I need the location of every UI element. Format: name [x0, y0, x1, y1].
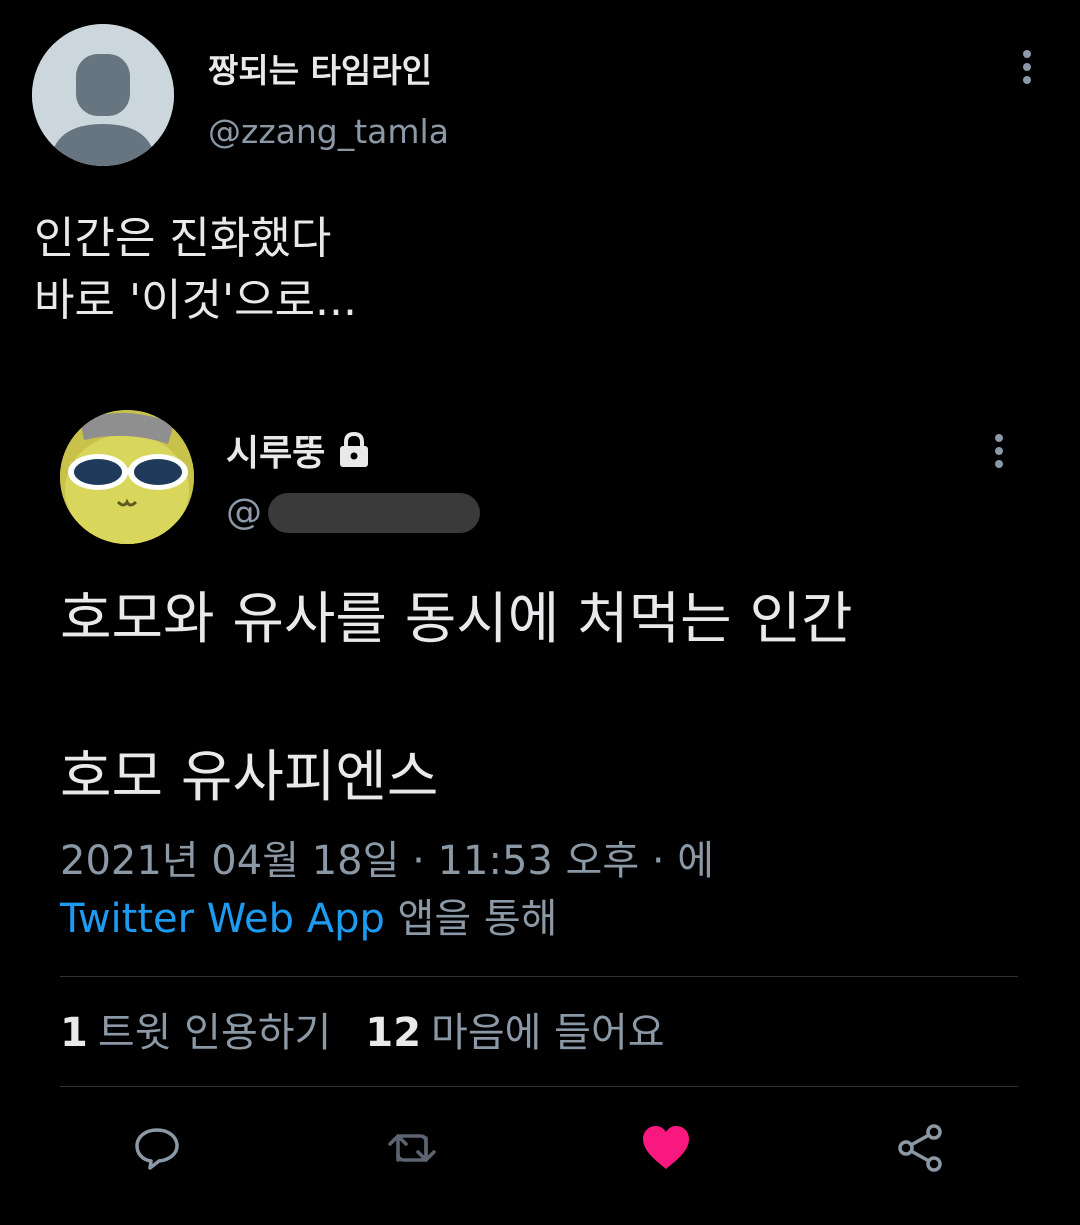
more-icon[interactable] — [1012, 46, 1042, 88]
quoted-avatar[interactable] — [60, 410, 194, 544]
quoted-tweet-text-line-2: 호모 유사피엔스 — [60, 745, 439, 810]
default-avatar-icon — [32, 24, 174, 166]
quoted-tweet-text-line-1: 호모와 유사를 동시에 처먹는 인간 — [60, 587, 853, 652]
quote-count: 1 — [60, 1010, 88, 1056]
heart-icon[interactable] — [638, 1120, 694, 1176]
handle-redaction — [268, 492, 480, 533]
outer-display-name[interactable]: 짱되는 타임라인 — [208, 44, 432, 92]
tweet-source: Twitter Web App 앱을 통해 — [60, 890, 557, 948]
reply-icon[interactable] — [129, 1120, 185, 1176]
quoted-display-name[interactable]: 시루뚱 — [226, 424, 371, 476]
divider-bottom — [60, 1086, 1018, 1087]
source-app-link[interactable]: Twitter Web App — [60, 896, 385, 942]
tweet-stats: 1 트윗 인용하기 12 마음에 들어요 — [60, 1004, 665, 1062]
divider-top — [60, 976, 1018, 977]
source-suffix: 앱을 통해 — [384, 896, 558, 942]
tweet-detail-screen: 짱되는 타임라인 @zzang_tamla 인간은 진화했다 바로 '이것'으로… — [0, 0, 1080, 1225]
quoted-display-name-text: 시루뚱 — [226, 433, 326, 474]
likes-stat[interactable]: 12 마음에 들어요 — [365, 1004, 664, 1062]
more-icon[interactable] — [984, 430, 1014, 472]
tweet-timestamp: 2021년 04월 18일 · 11:53 오후 · 에 — [60, 838, 715, 884]
outer-tweet-text: 인간은 진화했다 바로 '이것'으로... — [34, 213, 358, 326]
lock-icon — [337, 431, 371, 469]
sunglasses-character-avatar-icon — [60, 410, 194, 544]
outer-handle[interactable]: @zzang_tamla — [208, 112, 449, 151]
quoted-handle-prefix: @ — [226, 492, 262, 533]
like-label: 마음에 들어요 — [431, 1010, 665, 1056]
share-icon[interactable] — [892, 1120, 948, 1176]
quote-label: 트윗 인용하기 — [97, 1010, 332, 1056]
retweet-icon[interactable] — [384, 1120, 440, 1176]
quoted-handle[interactable]: @ — [226, 492, 480, 533]
quote-tweets-stat[interactable]: 1 트윗 인용하기 — [60, 1004, 331, 1062]
action-bar — [0, 1112, 1080, 1182]
like-count: 12 — [365, 1010, 422, 1056]
outer-avatar[interactable] — [32, 24, 174, 166]
